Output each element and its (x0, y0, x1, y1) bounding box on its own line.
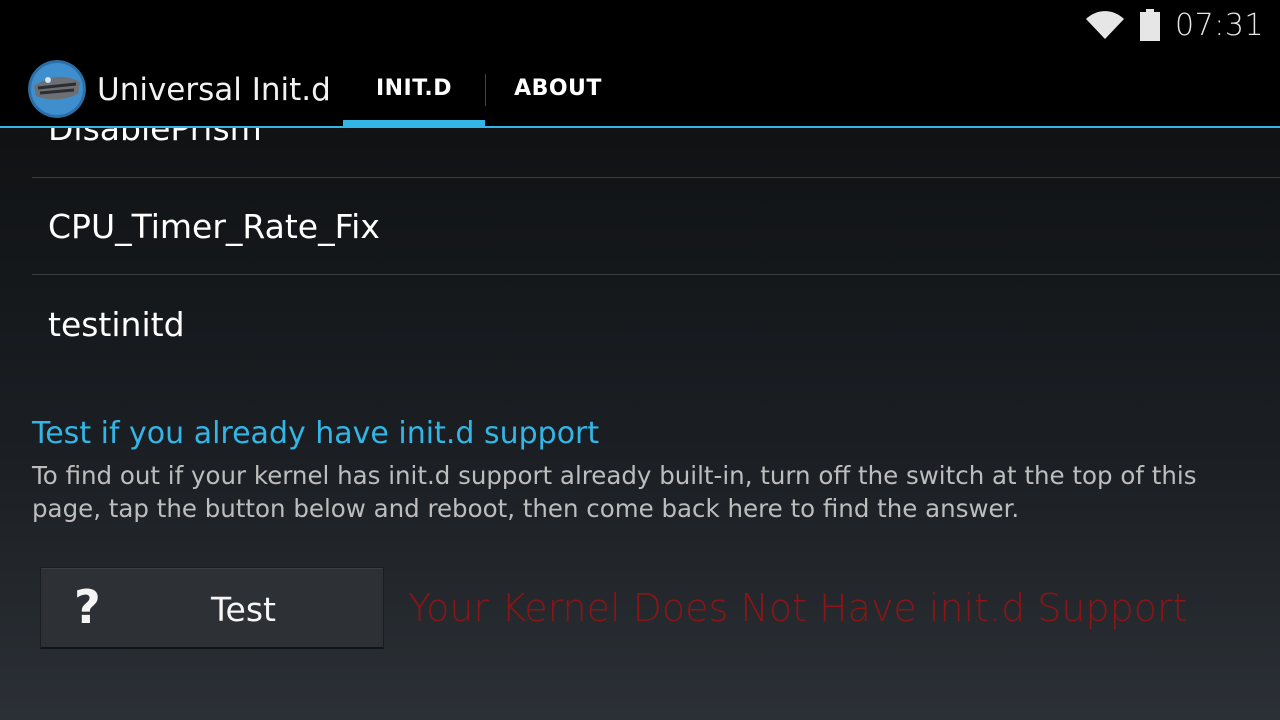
clock: 07:31 (1175, 7, 1264, 43)
test-button[interactable]: ? Test (40, 567, 384, 649)
app-title: Universal Init.d (97, 72, 331, 108)
battery-icon (1140, 9, 1161, 41)
test-result-text: Your Kernel Does Not Have init.d Support (408, 586, 1188, 630)
tab-initd[interactable]: INIT.D (343, 50, 485, 128)
script-name: DisablePrism (48, 128, 262, 148)
status-bar: 07:31 (0, 0, 1280, 50)
wifi-icon (1086, 11, 1125, 39)
script-name: testinitd (48, 305, 185, 344)
test-section-title: Test if you already have init.d support (32, 416, 600, 451)
action-bar: Universal Init.d INIT.D ABOUT (0, 50, 1280, 128)
main-content[interactable]: DisablePrism CPU_Timer_Rate_Fix testinit… (0, 128, 1280, 720)
test-button-label: Test (211, 590, 276, 629)
app-logo-icon[interactable] (28, 60, 86, 118)
script-list-item[interactable]: DisablePrism (32, 128, 1280, 178)
tab-about[interactable]: ABOUT (486, 50, 630, 126)
tab-selected-indicator (343, 120, 485, 128)
script-list-item[interactable]: testinitd (32, 276, 1280, 373)
script-list-item[interactable]: CPU_Timer_Rate_Fix (32, 178, 1280, 275)
tab-initd-label: INIT.D (375, 75, 453, 101)
script-name: CPU_Timer_Rate_Fix (48, 206, 380, 246)
question-mark-icon: ? (74, 580, 101, 634)
tab-about-label: ABOUT (514, 75, 602, 101)
test-section-description: To find out if your kernel has init.d su… (32, 461, 1197, 523)
